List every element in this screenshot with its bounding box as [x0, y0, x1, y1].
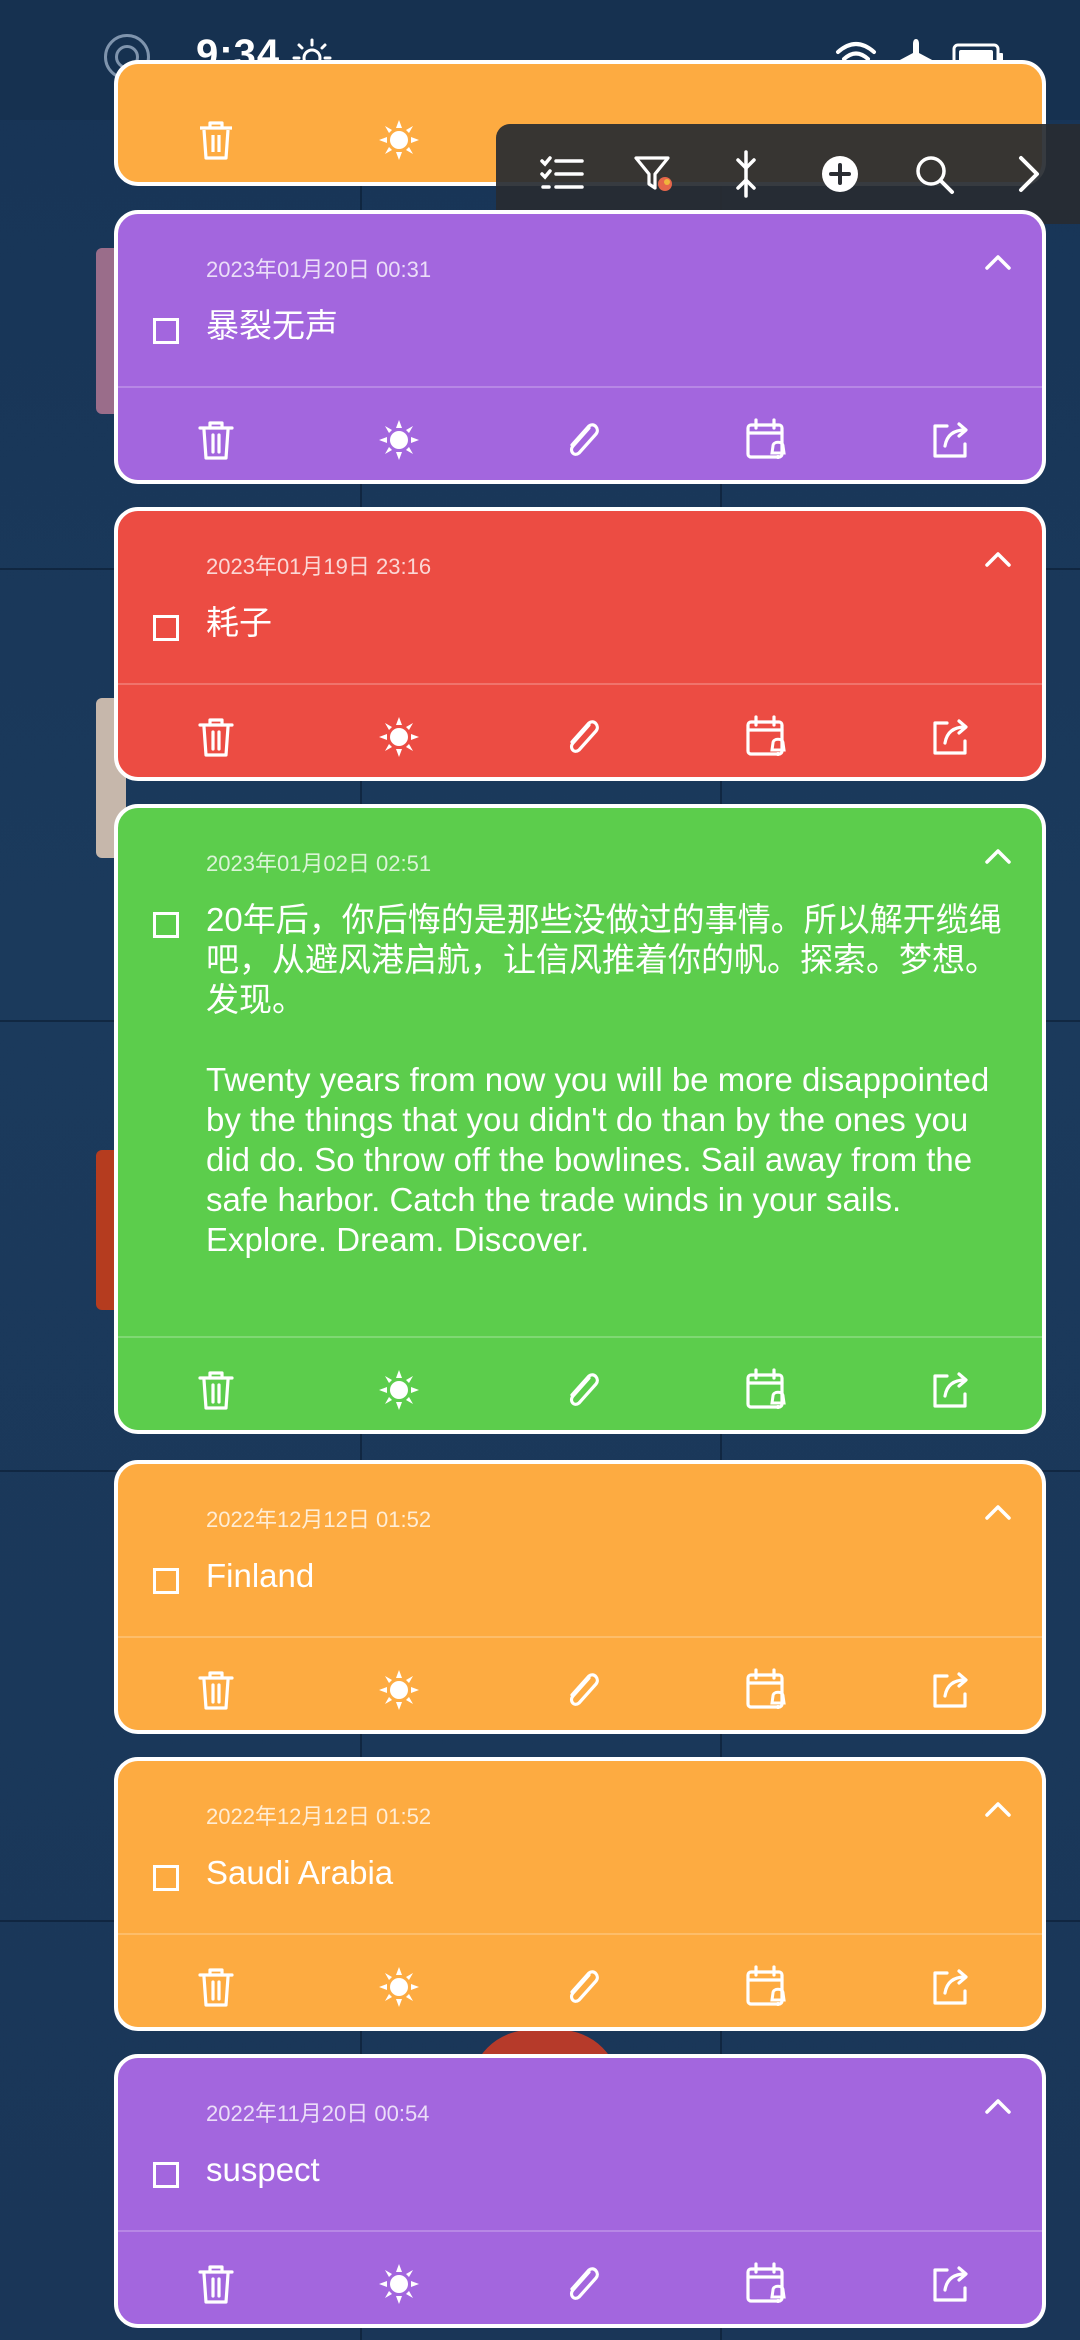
- collapse-expand-icon[interactable]: [722, 150, 770, 198]
- note-title[interactable]: Finland: [206, 1556, 1002, 1596]
- note-date: 2022年12月12日 01:52: [206, 1507, 432, 1532]
- calendar-reminder-icon[interactable]: [743, 1963, 791, 2011]
- chevron-right-icon[interactable]: [1004, 150, 1052, 198]
- note-card[interactable]: 2023年01月19日 23:16 耗子: [114, 507, 1046, 781]
- filter-color-icon[interactable]: [630, 150, 678, 198]
- calendar-reminder-icon[interactable]: [743, 1366, 791, 1414]
- attachment-icon[interactable]: [559, 1366, 607, 1414]
- note-checkbox[interactable]: [153, 1865, 179, 1891]
- share-icon[interactable]: [927, 1963, 975, 2011]
- brightness-icon[interactable]: [375, 1366, 423, 1414]
- brightness-icon[interactable]: [375, 1963, 423, 2011]
- share-icon[interactable]: [927, 2260, 975, 2308]
- note-card[interactable]: 2023年01月20日 00:31 暴裂无声: [114, 210, 1046, 484]
- trash-icon[interactable]: [192, 713, 240, 761]
- brightness-icon[interactable]: [375, 416, 423, 464]
- note-checkbox[interactable]: [153, 1568, 179, 1594]
- add-circle-icon[interactable]: [816, 150, 864, 198]
- note-checkbox[interactable]: [153, 912, 179, 938]
- note-title[interactable]: 暴裂无声: [206, 306, 1002, 346]
- note-date: 2023年01月19日 23:16: [206, 554, 432, 579]
- search-icon[interactable]: [910, 150, 958, 198]
- card-action-bar: [118, 1935, 1042, 2027]
- brightness-icon[interactable]: [375, 1666, 423, 1714]
- calendar-reminder-icon[interactable]: [743, 713, 791, 761]
- top-toolbar: [496, 124, 1080, 224]
- trash-icon[interactable]: [192, 1963, 240, 2011]
- chevron-up-icon[interactable]: [982, 844, 1014, 868]
- card-action-bar: [118, 685, 1042, 777]
- calendar-reminder-icon[interactable]: [743, 2260, 791, 2308]
- note-title[interactable]: suspect: [206, 2150, 1002, 2190]
- trash-icon[interactable]: [192, 1366, 240, 1414]
- note-checkbox[interactable]: [153, 615, 179, 641]
- chevron-up-icon[interactable]: [982, 2094, 1014, 2118]
- trash-icon[interactable]: [192, 2260, 240, 2308]
- card-action-bar: [118, 2232, 1042, 2324]
- share-icon[interactable]: [927, 1366, 975, 1414]
- note-title[interactable]: 20年后，你后悔的是那些没做过的事情。所以解开缆绳吧，从避风港启航，让信风推着你…: [206, 900, 1002, 1260]
- chevron-up-icon[interactable]: [982, 1500, 1014, 1524]
- note-date: 2022年12月12日 01:52: [206, 1804, 432, 1829]
- brightness-icon[interactable]: [375, 2260, 423, 2308]
- trash-icon[interactable]: [192, 416, 240, 464]
- calendar-reminder-icon[interactable]: [743, 1666, 791, 1714]
- attachment-icon[interactable]: [559, 1666, 607, 1714]
- note-date: 2022年11月20日 00:54: [206, 2101, 430, 2126]
- attachment-icon[interactable]: [559, 1963, 607, 2011]
- calendar-reminder-icon[interactable]: [743, 416, 791, 464]
- note-title[interactable]: 耗子: [206, 603, 1002, 643]
- chevron-up-icon[interactable]: [982, 250, 1014, 274]
- brightness-icon[interactable]: [375, 713, 423, 761]
- note-checkbox[interactable]: [153, 2162, 179, 2188]
- card-action-bar: [118, 388, 1042, 480]
- share-icon[interactable]: [927, 713, 975, 761]
- brightness-icon[interactable]: [375, 116, 423, 164]
- chevron-up-icon[interactable]: [982, 547, 1014, 571]
- note-card[interactable]: 2023年01月02日 02:51 20年后，你后悔的是那些没做过的事情。所以解开…: [114, 804, 1046, 1434]
- card-action-bar: [118, 1638, 1042, 1730]
- trash-icon[interactable]: [192, 116, 240, 164]
- attachment-icon[interactable]: [559, 2260, 607, 2308]
- chevron-up-icon[interactable]: [982, 1797, 1014, 1821]
- note-date: 2023年01月02日 02:51: [206, 851, 432, 876]
- trash-icon[interactable]: [192, 1666, 240, 1714]
- note-title[interactable]: Saudi Arabia: [206, 1853, 1002, 1893]
- card-action-bar: [118, 1338, 1042, 1430]
- attachment-icon[interactable]: [559, 713, 607, 761]
- attachment-icon[interactable]: [559, 416, 607, 464]
- note-card[interactable]: 2022年12月12日 01:52 Saudi Arabia: [114, 1757, 1046, 2031]
- share-icon[interactable]: [927, 1666, 975, 1714]
- note-card[interactable]: 2022年11月20日 00:54 suspect: [114, 2054, 1046, 2328]
- note-date: 2023年01月20日 00:31: [206, 257, 432, 282]
- note-card[interactable]: 2022年12月12日 01:52 Finland: [114, 1460, 1046, 1734]
- note-checkbox[interactable]: [153, 318, 179, 344]
- checklist-icon[interactable]: [538, 150, 586, 198]
- share-icon[interactable]: [927, 416, 975, 464]
